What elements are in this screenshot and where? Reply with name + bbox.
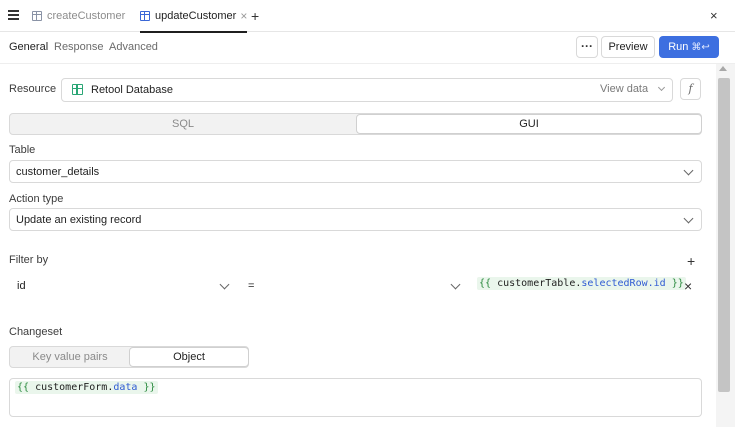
resource-name: Retool Database [91, 84, 173, 96]
changeset-editor[interactable]: {{ customerForm.data }} [9, 378, 702, 417]
changeset-object[interactable]: Object [129, 347, 249, 367]
scroll-up-icon[interactable] [719, 66, 727, 71]
remove-filter-icon[interactable]: × [684, 278, 692, 294]
query-tab-bar: createCustomer updateCustomer × + × [0, 0, 735, 33]
tab-response[interactable]: Response [54, 41, 104, 53]
table-label: Table [9, 144, 36, 156]
resource-select[interactable]: Retool Database View data [61, 78, 673, 102]
more-options-button[interactable]: ··· [576, 36, 598, 58]
run-button[interactable]: Run ⌘↩ [659, 36, 719, 58]
table-icon [140, 11, 150, 21]
tab-general[interactable]: General [9, 41, 48, 53]
tab-label: createCustomer [47, 10, 126, 22]
filter-by-label: Filter by [9, 254, 49, 266]
menu-icon[interactable] [8, 10, 19, 20]
tab-advanced[interactable]: Advanced [109, 41, 158, 53]
run-shortcut: ⌘↩ [691, 42, 710, 53]
table-value: customer_details [16, 166, 100, 178]
scrollbar-thumb[interactable] [718, 78, 730, 392]
tab-create-customer[interactable]: createCustomer [32, 0, 125, 32]
tab-update-customer[interactable]: updateCustomer × [140, 0, 248, 33]
resource-label: Resource [9, 83, 57, 95]
filter-operator-select[interactable]: = [248, 280, 254, 292]
filter-column-select[interactable]: id [17, 280, 26, 292]
changeset-value: {{ customerForm.data }} [15, 381, 158, 394]
table-select[interactable]: customer_details [9, 160, 702, 183]
chevron-down-icon [683, 213, 694, 224]
code-property: selectedRow.id [581, 278, 666, 289]
changeset-label: Changeset [9, 326, 63, 338]
add-tab-icon[interactable]: + [251, 8, 259, 24]
mode-gui[interactable]: GUI [356, 114, 702, 134]
action-type-value: Update an existing record [16, 214, 142, 226]
view-data-link[interactable]: View data [600, 83, 648, 95]
filter-value-input[interactable]: {{ customerTable.selectedRow.id }} [477, 277, 686, 290]
code-object: customerTable [497, 278, 576, 289]
code-open-brace: {{ [479, 278, 492, 289]
database-icon [72, 84, 83, 95]
mode-sql[interactable]: SQL [10, 114, 356, 134]
code-open-brace: {{ [17, 382, 30, 393]
code-close-brace: }} [671, 278, 684, 289]
add-filter-icon[interactable]: + [687, 253, 695, 269]
function-button[interactable]: f [680, 78, 701, 100]
close-panel-icon[interactable]: × [710, 8, 718, 23]
action-type-label: Action type [9, 193, 64, 205]
changeset-key-value-pairs[interactable]: Key value pairs [10, 347, 130, 367]
tab-label: updateCustomer [155, 10, 237, 22]
run-label: Run [668, 41, 689, 53]
chevron-down-icon [683, 165, 694, 176]
action-type-select[interactable]: Update an existing record [9, 208, 702, 231]
code-property: data [113, 382, 138, 393]
code-object: customerForm [35, 382, 108, 393]
chevron-down-icon[interactable] [219, 279, 230, 290]
close-tab-icon[interactable]: × [240, 9, 247, 23]
chevron-down-icon [657, 83, 666, 92]
query-mode-toggle: SQL GUI [9, 113, 702, 135]
changeset-mode-toggle: Key value pairs Object [9, 346, 249, 368]
table-icon [32, 11, 42, 21]
chevron-down-icon[interactable] [450, 279, 461, 290]
code-close-brace: }} [143, 382, 156, 393]
preview-button[interactable]: Preview [601, 36, 655, 58]
